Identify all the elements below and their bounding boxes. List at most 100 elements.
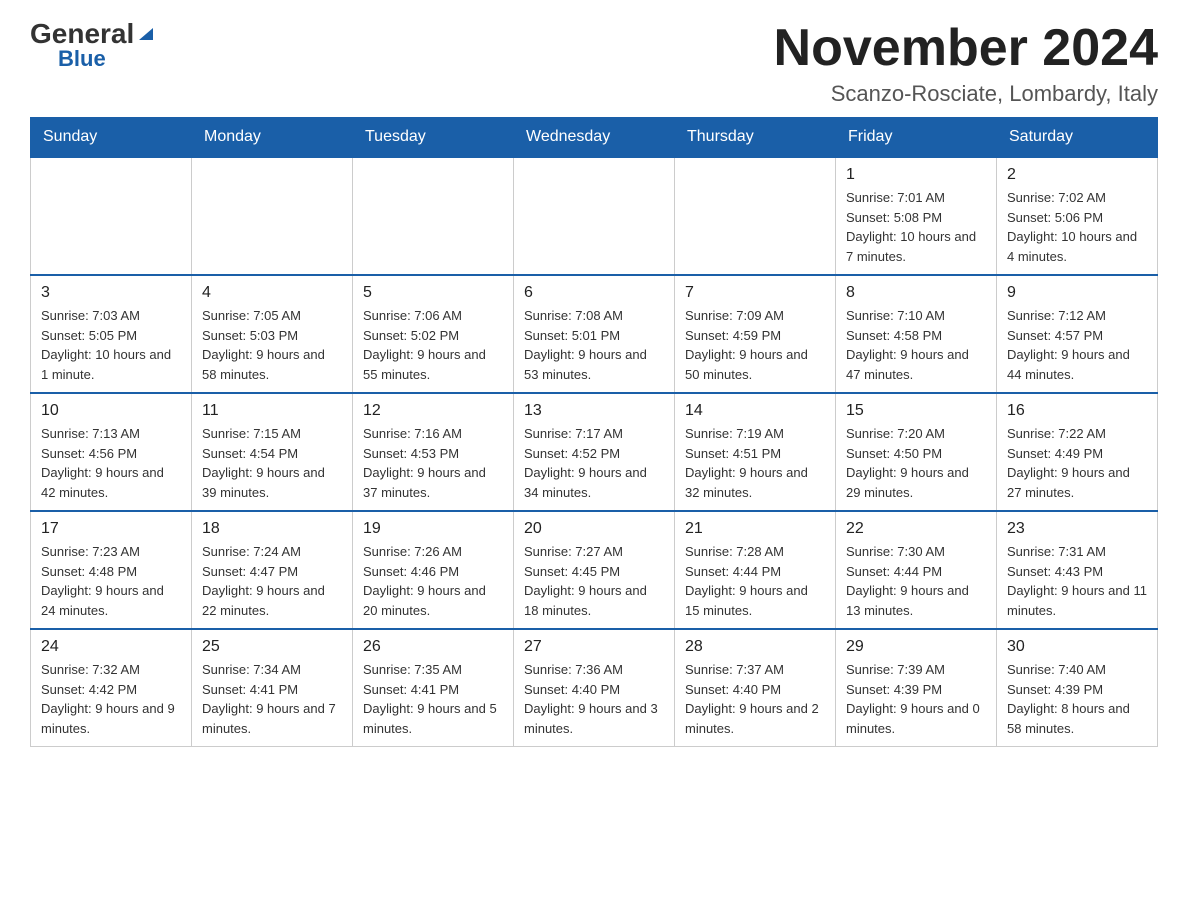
day-number: 15 [846,402,986,420]
calendar-day-cell: 8 Sunrise: 7:10 AMSunset: 4:58 PMDaylight… [836,275,997,393]
day-info: Sunrise: 7:28 AMSunset: 4:44 PMDaylight:… [685,542,825,620]
day-info: Sunrise: 7:13 AMSunset: 4:56 PMDaylight:… [41,424,181,502]
calendar-day-cell: 20 Sunrise: 7:27 AMSunset: 4:45 PMDayligh… [514,511,675,629]
day-number: 8 [846,284,986,302]
calendar-day-cell: 7 Sunrise: 7:09 AMSunset: 4:59 PMDaylight… [675,275,836,393]
page-header: General Blue November 2024 Scanzo-Roscia… [30,20,1158,107]
day-info: Sunrise: 7:36 AMSunset: 4:40 PMDaylight:… [524,660,664,738]
day-info: Sunrise: 7:31 AMSunset: 4:43 PMDaylight:… [1007,542,1147,620]
calendar-week-row: 10 Sunrise: 7:13 AMSunset: 4:56 PMDayligh… [31,393,1158,511]
day-info: Sunrise: 7:34 AMSunset: 4:41 PMDaylight:… [202,660,342,738]
day-number: 2 [1007,166,1147,184]
day-info: Sunrise: 7:37 AMSunset: 4:40 PMDaylight:… [685,660,825,738]
day-info: Sunrise: 7:08 AMSunset: 5:01 PMDaylight:… [524,306,664,384]
day-number: 1 [846,166,986,184]
day-info: Sunrise: 7:06 AMSunset: 5:02 PMDaylight:… [363,306,503,384]
day-number: 25 [202,638,342,656]
calendar-day-cell: 15 Sunrise: 7:20 AMSunset: 4:50 PMDayligh… [836,393,997,511]
day-number: 21 [685,520,825,538]
day-number: 7 [685,284,825,302]
day-number: 3 [41,284,181,302]
logo-general-text: General [30,20,134,48]
calendar-day-cell: 3 Sunrise: 7:03 AMSunset: 5:05 PMDaylight… [31,275,192,393]
day-info: Sunrise: 7:16 AMSunset: 4:53 PMDaylight:… [363,424,503,502]
day-number: 29 [846,638,986,656]
calendar-day-cell: 26Sunrise: 7:35 AMSunset: 4:41 PMDayligh… [353,629,514,747]
day-info: Sunrise: 7:40 AMSunset: 4:39 PMDaylight:… [1007,660,1147,738]
day-info: Sunrise: 7:32 AMSunset: 4:42 PMDaylight:… [41,660,181,738]
calendar-day-cell: 4 Sunrise: 7:05 AMSunset: 5:03 PMDaylight… [192,275,353,393]
calendar-day-cell [192,157,353,275]
day-number: 20 [524,520,664,538]
calendar-week-row: 3 Sunrise: 7:03 AMSunset: 5:05 PMDaylight… [31,275,1158,393]
calendar-day-cell: 17 Sunrise: 7:23 AMSunset: 4:48 PMDayligh… [31,511,192,629]
day-info: Sunrise: 7:27 AMSunset: 4:45 PMDaylight:… [524,542,664,620]
day-number: 28 [685,638,825,656]
day-number: 5 [363,284,503,302]
day-number: 23 [1007,520,1147,538]
calendar-day-cell [675,157,836,275]
day-header-monday: Monday [192,118,353,158]
day-header-thursday: Thursday [675,118,836,158]
calendar-day-cell: 21 Sunrise: 7:28 AMSunset: 4:44 PMDayligh… [675,511,836,629]
calendar-day-cell: 22Sunrise: 7:30 AMSunset: 4:44 PMDayligh… [836,511,997,629]
day-number: 27 [524,638,664,656]
day-header-saturday: Saturday [997,118,1158,158]
day-info: Sunrise: 7:19 AMSunset: 4:51 PMDaylight:… [685,424,825,502]
calendar-day-cell: 10 Sunrise: 7:13 AMSunset: 4:56 PMDayligh… [31,393,192,511]
calendar-day-cell: 13Sunrise: 7:17 AMSunset: 4:52 PMDayligh… [514,393,675,511]
calendar-day-cell: 12 Sunrise: 7:16 AMSunset: 4:53 PMDayligh… [353,393,514,511]
day-header-tuesday: Tuesday [353,118,514,158]
day-number: 11 [202,402,342,420]
calendar-day-cell: 30Sunrise: 7:40 AMSunset: 4:39 PMDayligh… [997,629,1158,747]
day-info: Sunrise: 7:12 AMSunset: 4:57 PMDaylight:… [1007,306,1147,384]
location-text: Scanzo-Rosciate, Lombardy, Italy [774,81,1158,107]
day-info: Sunrise: 7:09 AMSunset: 4:59 PMDaylight:… [685,306,825,384]
day-number: 18 [202,520,342,538]
day-number: 16 [1007,402,1147,420]
day-number: 24 [41,638,181,656]
day-number: 13 [524,402,664,420]
day-info: Sunrise: 7:01 AMSunset: 5:08 PMDaylight:… [846,188,986,266]
day-header-wednesday: Wednesday [514,118,675,158]
day-number: 12 [363,402,503,420]
calendar-day-cell: 5 Sunrise: 7:06 AMSunset: 5:02 PMDaylight… [353,275,514,393]
day-info: Sunrise: 7:35 AMSunset: 4:41 PMDaylight:… [363,660,503,738]
calendar-day-cell: 27 Sunrise: 7:36 AMSunset: 4:40 PMDayligh… [514,629,675,747]
calendar-day-cell: 29Sunrise: 7:39 AMSunset: 4:39 PMDayligh… [836,629,997,747]
day-number: 6 [524,284,664,302]
calendar-day-cell [353,157,514,275]
day-header-sunday: Sunday [31,118,192,158]
day-number: 9 [1007,284,1147,302]
day-info: Sunrise: 7:05 AMSunset: 5:03 PMDaylight:… [202,306,342,384]
calendar-day-cell: 24 Sunrise: 7:32 AMSunset: 4:42 PMDayligh… [31,629,192,747]
calendar-day-cell: 1 Sunrise: 7:01 AMSunset: 5:08 PMDaylight… [836,157,997,275]
day-info: Sunrise: 7:03 AMSunset: 5:05 PMDaylight:… [41,306,181,384]
calendar-day-cell: 16 Sunrise: 7:22 AMSunset: 4:49 PMDayligh… [997,393,1158,511]
day-info: Sunrise: 7:26 AMSunset: 4:46 PMDaylight:… [363,542,503,620]
day-number: 10 [41,402,181,420]
day-info: Sunrise: 7:23 AMSunset: 4:48 PMDaylight:… [41,542,181,620]
day-info: Sunrise: 7:22 AMSunset: 4:49 PMDaylight:… [1007,424,1147,502]
day-info: Sunrise: 7:24 AMSunset: 4:47 PMDaylight:… [202,542,342,620]
calendar-day-cell: 9 Sunrise: 7:12 AMSunset: 4:57 PMDaylight… [997,275,1158,393]
day-number: 14 [685,402,825,420]
day-number: 17 [41,520,181,538]
day-info: Sunrise: 7:02 AMSunset: 5:06 PMDaylight:… [1007,188,1147,266]
title-block: November 2024 Scanzo-Rosciate, Lombardy,… [774,20,1158,107]
day-info: Sunrise: 7:15 AMSunset: 4:54 PMDaylight:… [202,424,342,502]
calendar-day-cell: 11 Sunrise: 7:15 AMSunset: 4:54 PMDayligh… [192,393,353,511]
calendar-day-cell: 23 Sunrise: 7:31 AMSunset: 4:43 PMDayligh… [997,511,1158,629]
month-title: November 2024 [774,20,1158,77]
calendar-day-cell: 2 Sunrise: 7:02 AMSunset: 5:06 PMDaylight… [997,157,1158,275]
calendar-day-cell: 18 Sunrise: 7:24 AMSunset: 4:47 PMDayligh… [192,511,353,629]
logo: General Blue [30,20,155,70]
calendar-week-row: 24 Sunrise: 7:32 AMSunset: 4:42 PMDayligh… [31,629,1158,747]
day-number: 4 [202,284,342,302]
calendar-day-cell: 25 Sunrise: 7:34 AMSunset: 4:41 PMDayligh… [192,629,353,747]
calendar-week-row: 17 Sunrise: 7:23 AMSunset: 4:48 PMDayligh… [31,511,1158,629]
day-info: Sunrise: 7:20 AMSunset: 4:50 PMDaylight:… [846,424,986,502]
calendar-day-cell [514,157,675,275]
calendar-header-row: SundayMondayTuesdayWednesdayThursdayFrid… [31,118,1158,158]
day-info: Sunrise: 7:10 AMSunset: 4:58 PMDaylight:… [846,306,986,384]
